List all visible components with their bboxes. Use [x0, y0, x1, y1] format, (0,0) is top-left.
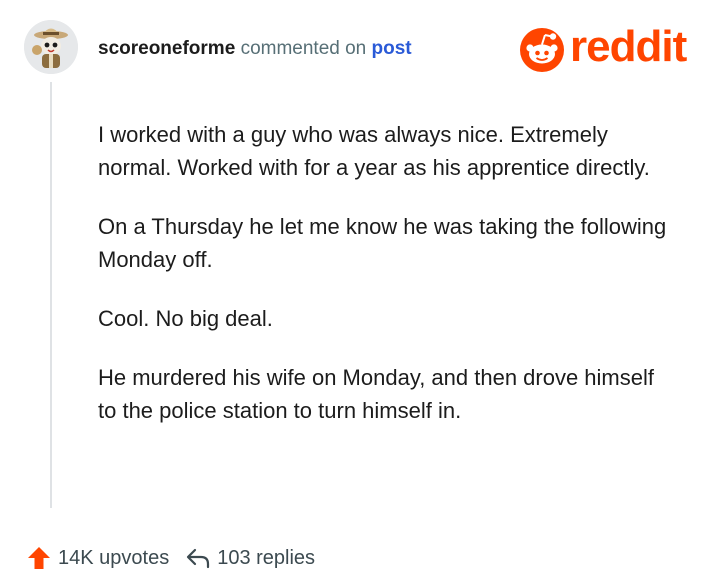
- avatar[interactable]: [24, 20, 78, 74]
- upvote-count: 14K upvotes: [58, 546, 170, 569]
- reddit-logo[interactable]: reddit: [519, 22, 695, 72]
- comment-header: scoreoneforme commented on post: [98, 36, 412, 62]
- action-text: commented on: [240, 38, 367, 59]
- comment-paragraph: Cool. No big deal.: [98, 306, 273, 331]
- reddit-snoo-icon: [520, 28, 564, 72]
- username-link[interactable]: scoreoneforme: [98, 38, 235, 59]
- reddit-wordmark: reddit: [570, 22, 687, 71]
- upvote-button[interactable]: 14K upvotes: [26, 545, 169, 571]
- upvote-arrow-icon: [28, 547, 50, 569]
- comment-card: scoreoneforme commented on post reddit I…: [0, 0, 716, 580]
- post-link[interactable]: post: [372, 38, 412, 59]
- comment-paragraph: On a Thursday he let me know he was taki…: [98, 214, 667, 272]
- comment-paragraph: I worked with a guy who was always nice.…: [98, 122, 650, 180]
- reply-count: 103 replies: [217, 546, 316, 569]
- comment-body: I worked with a guy who was always nice.…: [98, 118, 678, 453]
- comment-paragraph: He murdered his wife on Monday, and then…: [98, 365, 654, 423]
- reply-arrow-icon: [187, 548, 210, 569]
- reply-button[interactable]: 103 replies: [185, 545, 315, 571]
- comment-footer: 14K upvotes 103 replies: [26, 541, 315, 575]
- thread-line: [50, 82, 52, 508]
- avatar-illustration: [24, 20, 78, 74]
